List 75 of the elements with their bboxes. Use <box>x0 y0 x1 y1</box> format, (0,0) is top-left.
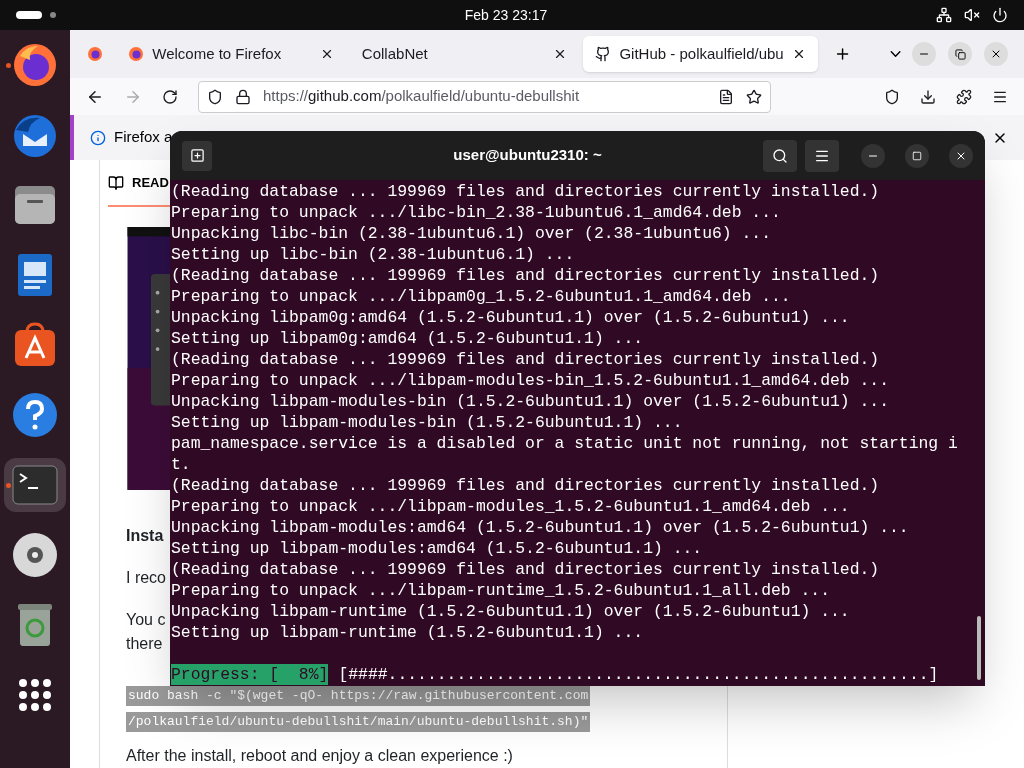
terminal-line: Preparing to unpack .../libpam-runtime_1.5.2-6ubuntu1.1_all.deb ... <box>171 580 831 601</box>
url-text[interactable]: https://github.com/polkaulfield/ubuntu-debullshit <box>263 85 706 108</box>
terminal-line: Setting up libpam-runtime (1.5.2-6ubuntu1.1) ... <box>171 622 645 643</box>
maximize-button[interactable] <box>905 143 929 168</box>
terminal-line: Unpacking libpam-modules:amd64 (1.5.2-6ubuntu1.1) over (1.5.2-6ubuntu1) ... <box>171 517 910 538</box>
firefox-icon <box>128 46 145 62</box>
terminal-line: Unpacking libpam0g:amd64 (1.5.2-6ubuntu1.1) over (1.5.2-6ubuntu1) ... <box>171 307 851 328</box>
menu-button[interactable] <box>805 139 839 172</box>
terminal-line: Preparing to unpack .../libc-bin_2.38-1ubuntu6.1_amd64.deb ... <box>171 202 782 223</box>
terminal-line: (Reading database ... 199969 files and directories currently installed.) <box>171 181 881 202</box>
close-button[interactable] <box>984 42 1008 66</box>
shopping-bag-icon[interactable] <box>12 322 58 368</box>
clock[interactable]: Feb 23 23:17 <box>464 4 548 26</box>
search-icon <box>772 147 788 164</box>
paragraph: I reco <box>126 568 166 588</box>
progress-label: Progress: [ 8%] <box>171 664 329 685</box>
maximize-icon <box>912 150 922 161</box>
firefox-icon[interactable] <box>12 42 58 88</box>
terminal-line: (Reading database ... 199969 files and directories currently installed.) <box>171 265 881 286</box>
readme-tab[interactable]: READ <box>132 172 169 193</box>
terminal-line: Preparing to unpack .../libpam-modules-bin_1.5.2-6ubuntu1.1_amd64.deb ... <box>171 370 891 391</box>
terminal-line: Setting up libpam0g:amd64 (1.5.2-6ubuntu1.1) ... <box>171 328 645 349</box>
terminal-line: Unpacking libpam-modules-bin (1.5.2-6ubuntu1.1) over (1.5.2-6ubuntu1) ... <box>171 391 891 412</box>
close-icon <box>990 48 1002 60</box>
restore-icon <box>954 48 966 60</box>
download-icon[interactable] <box>920 88 936 105</box>
terminal-line: t. <box>171 454 192 475</box>
browser-tab[interactable]: GitHub - polkaulfield/ubu <box>583 36 818 72</box>
address-bar[interactable]: https://github.com/polkaulfield/ubuntu-debullshit <box>198 80 771 113</box>
disc-icon[interactable] <box>12 532 58 578</box>
close-button[interactable] <box>949 143 973 168</box>
folder-icon[interactable] <box>13 184 57 226</box>
paragraph: After the install, reboot and enjoy a clean experience :) <box>126 746 514 766</box>
terminal-line: Setting up libpam-modules:amd64 (1.5.2-6ubuntu1.1) ... <box>171 538 704 559</box>
reload-icon[interactable] <box>162 88 178 105</box>
terminal-line: (Reading database ... 199969 files and directories currently installed.) <box>171 559 881 580</box>
browser-tab[interactable]: CollabNet <box>349 36 580 72</box>
search-button[interactable] <box>763 139 797 172</box>
terminal-line: pam_namespace.service is a disabled or a static unit not running, not starting i <box>171 433 959 454</box>
minimize-button[interactable] <box>861 143 885 168</box>
lock-icon[interactable] <box>235 88 251 105</box>
new-tab-button[interactable] <box>182 140 212 171</box>
shield-icon[interactable] <box>207 88 223 105</box>
github-icon <box>595 46 612 62</box>
section-heading: Insta <box>126 526 164 546</box>
extensions-icon[interactable] <box>956 88 972 105</box>
terminal-line: (Reading database ... 199969 files and directories currently installed.) <box>171 475 881 496</box>
reader-view-icon[interactable] <box>718 88 734 105</box>
document-icon[interactable] <box>16 252 54 298</box>
power-icon[interactable] <box>992 7 1008 23</box>
info-icon <box>90 129 106 146</box>
network-icon[interactable] <box>936 7 952 23</box>
plus-square-icon <box>189 148 205 163</box>
paragraph: You c there <box>126 610 166 654</box>
terminal-line: Unpacking libpam-runtime (1.5.2-6ubuntu1.1) over (1.5.2-6ubuntu1) ... <box>171 601 851 622</box>
firefox-icon <box>87 46 104 62</box>
muted-speaker-icon[interactable] <box>964 7 980 23</box>
scrollbar[interactable] <box>977 616 981 680</box>
terminal-line: Setting up libpam-modules-bin (1.5.2-6ubuntu1.1) ... <box>171 412 684 433</box>
trash-icon[interactable] <box>16 602 54 648</box>
browser-tab[interactable]: Welcome to Firefox <box>116 36 346 72</box>
terminal-line: Setting up libc-bin (2.38-1ubuntu6.1) ... <box>171 244 576 265</box>
help-icon[interactable] <box>12 392 58 438</box>
restore-button[interactable] <box>948 42 972 66</box>
app-grid-icon[interactable] <box>18 678 52 712</box>
terminal-line: Unpacking libc-bin (2.38-1ubuntu6.1) over (2.38-1ubuntu6) ... <box>171 223 772 244</box>
book-icon <box>108 174 124 191</box>
terminal-line: (Reading database ... 199969 files and directories currently installed.) <box>171 349 881 370</box>
bookmark-star-icon[interactable] <box>746 88 762 105</box>
progress-bar-text: [####.......................................................] <box>338 664 939 685</box>
terminal-line: Preparing to unpack .../libpam0g_1.5.2-6ubuntu1.1_amd64.deb ... <box>171 286 792 307</box>
window-title: user@ubuntu2310: ~ <box>452 145 603 166</box>
minimize-button[interactable] <box>912 42 936 66</box>
terminal-line: Preparing to unpack .../libpam-modules_1.5.2-6ubuntu1.1_amd64.deb ... <box>171 496 851 517</box>
terminal-icon[interactable] <box>12 465 58 505</box>
